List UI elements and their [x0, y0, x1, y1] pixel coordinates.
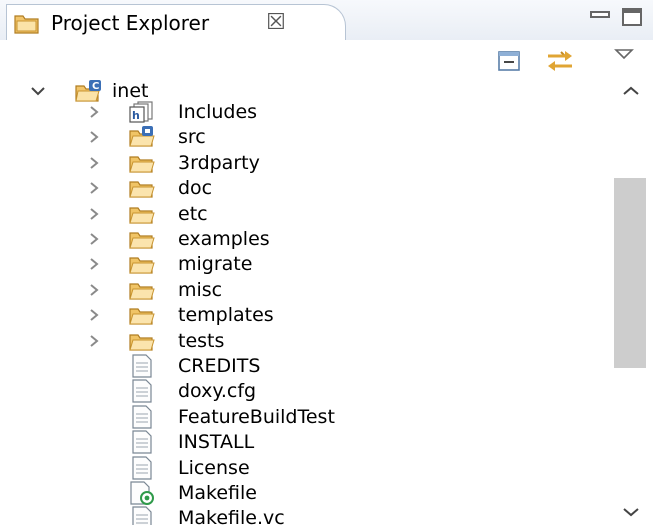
view-title: Project Explorer: [51, 11, 210, 35]
vertical-scrollbar[interactable]: [608, 78, 653, 525]
chevron-right-icon[interactable]: [84, 126, 104, 148]
project-explorer-tab[interactable]: Project Explorer ☒: [6, 4, 346, 40]
tree-item-label: INSTALL: [178, 431, 255, 454]
chevron-right-icon[interactable]: [84, 304, 104, 326]
collapse-all-icon[interactable]: [495, 48, 525, 74]
scrollbar-thumb[interactable]: [614, 178, 646, 368]
folder-icon: [128, 227, 156, 251]
chevron-right-icon[interactable]: [84, 101, 104, 123]
tree-item-install[interactable]: INSTALL: [0, 429, 608, 455]
file-icon: [128, 506, 156, 525]
file-icon: [128, 354, 156, 378]
tree-item-label: tests: [178, 329, 225, 352]
project-explorer-icon: [13, 11, 41, 35]
chevron-right-icon[interactable]: [84, 279, 104, 301]
makefile-icon: [128, 481, 156, 505]
view-tab-bar: Project Explorer ☒: [0, 0, 653, 41]
chevron-right-icon[interactable]: [84, 330, 104, 352]
tree-item-label: misc: [178, 278, 223, 301]
tree-item-makefile[interactable]: Makefile: [0, 480, 608, 506]
tree-item-3rdparty[interactable]: 3rdparty: [0, 150, 608, 176]
file-icon: [128, 405, 156, 429]
chevron-right-icon[interactable]: [84, 253, 104, 275]
view-menu-icon[interactable]: [612, 46, 636, 64]
folder-icon: [128, 303, 156, 327]
maximize-icon[interactable]: [622, 8, 642, 26]
close-tab-icon[interactable]: ☒: [263, 10, 289, 36]
tree-item-label: templates: [178, 304, 274, 327]
source-folder-icon: [128, 125, 156, 149]
tree-item-migrate[interactable]: migrate: [0, 251, 608, 277]
tree-item-label: License: [178, 456, 250, 479]
file-icon: [128, 430, 156, 454]
scroll-down-arrow-icon[interactable]: [618, 501, 644, 523]
tree-item-label: FeatureBuildTest: [178, 405, 335, 428]
tree-item-includes[interactable]: h Includes: [0, 99, 608, 125]
tree-item-label: Makefile.vc: [178, 507, 285, 525]
tree-item-label: migrate: [178, 253, 253, 276]
folder-icon: [128, 278, 156, 302]
folder-icon: [128, 252, 156, 276]
tree-item-label: CREDITS: [178, 355, 261, 377]
tree-item-label: Includes: [178, 101, 258, 123]
svg-text:h: h: [132, 109, 140, 122]
folder-icon: [128, 176, 156, 200]
includes-icon: h: [128, 100, 156, 124]
tree-item-etc[interactable]: etc: [0, 201, 608, 227]
tree-item-tests[interactable]: tests: [0, 328, 608, 354]
tree-item-templates[interactable]: templates: [0, 302, 608, 328]
tree-item-makefile-vc[interactable]: Makefile.vc: [0, 505, 608, 525]
folder-icon: [128, 151, 156, 175]
chevron-right-icon[interactable]: [84, 228, 104, 250]
tree-item-label: etc: [178, 202, 208, 225]
view-toolbar: [0, 40, 653, 78]
tree-item-doxy-cfg[interactable]: doxy.cfg: [0, 378, 608, 404]
tree-item-label: src: [178, 126, 206, 149]
tree-item-featurebuildtest[interactable]: FeatureBuildTest: [0, 404, 608, 430]
tree-item-doc[interactable]: doc: [0, 175, 608, 201]
link-with-editor-icon[interactable]: [545, 48, 575, 74]
tree-item-label: 3rdparty: [178, 151, 260, 174]
file-icon: [128, 379, 156, 403]
tree-item-label: examples: [178, 228, 270, 250]
svg-text:C: C: [92, 81, 99, 92]
tree-item-label: doxy.cfg: [178, 380, 257, 403]
file-icon: [128, 455, 156, 480]
tree-item-license[interactable]: License: [0, 455, 608, 481]
chevron-right-icon[interactable]: [84, 177, 104, 199]
tree-item-credits[interactable]: CREDITS: [0, 353, 608, 379]
tree-item-src[interactable]: src: [0, 124, 608, 150]
folder-icon: [128, 329, 156, 353]
tree-item-examples[interactable]: examples: [0, 226, 608, 252]
minimize-icon[interactable]: [590, 11, 610, 18]
scroll-up-arrow-icon[interactable]: [618, 80, 644, 102]
project-tree: C inet h Includes src 3rdparty doc etc example…: [0, 78, 608, 525]
tree-item-label: Makefile: [178, 482, 257, 504]
chevron-right-icon[interactable]: [84, 203, 104, 225]
folder-icon: [128, 202, 156, 226]
tree-item-label: doc: [178, 177, 213, 200]
chevron-right-icon[interactable]: [84, 152, 104, 174]
tree-item-misc[interactable]: misc: [0, 277, 608, 303]
